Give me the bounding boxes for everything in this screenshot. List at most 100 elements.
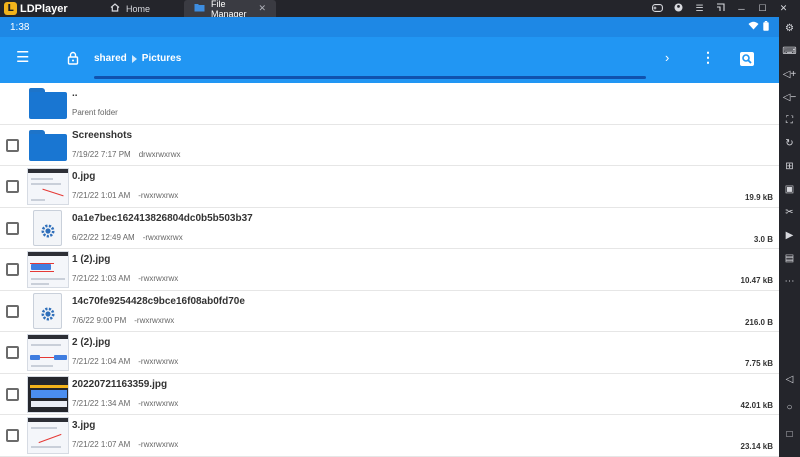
gear-icon [41, 224, 55, 237]
battery-icon [763, 21, 769, 33]
file-name: 3.jpg [72, 420, 96, 431]
more-options-icon[interactable]: ⋮ [701, 50, 715, 64]
fullscreen-icon[interactable]: ⛶ [779, 115, 800, 127]
select-checkbox[interactable] [6, 346, 19, 359]
account-icon[interactable] [668, 3, 689, 14]
file-date: 7/21/22 1:34 AM [72, 398, 131, 408]
expand-icon[interactable] [710, 3, 731, 14]
file-permissions: drwxrwxrwx [138, 149, 181, 159]
file-permissions: -rwxrwxrwx [138, 440, 179, 449]
keyboard-icon[interactable]: ⌨ [779, 46, 800, 58]
breadcrumb-root[interactable]: shared [94, 53, 127, 64]
select-checkbox[interactable] [6, 263, 19, 276]
list-item[interactable]: Screenshots 7/19/22 7:17 PM drwxrwxrwx [0, 125, 779, 166]
tab-close-icon[interactable]: ✕ [258, 3, 266, 14]
status-icons [748, 21, 769, 33]
file-meta: 7/21/22 1:07 AM -rwxrwxrwx [72, 440, 178, 449]
lock-icon[interactable] [66, 51, 80, 65]
select-checkbox[interactable] [6, 387, 19, 401]
maximize-icon[interactable]: ☐ [752, 3, 773, 14]
screenshot-icon[interactable]: ▣ [779, 184, 800, 196]
select-checkbox[interactable] [6, 138, 19, 152]
ldplayer-brand: LDPlayer [20, 2, 68, 15]
ldplayer-logo: L LDPlayer [0, 0, 96, 17]
chevron-right-icon[interactable]: › [665, 51, 669, 65]
select-checkbox[interactable] [6, 304, 19, 318]
back-icon[interactable]: ◁ [779, 374, 800, 386]
file-permissions: -rwxrwxrwx [142, 232, 183, 242]
list-item[interactable]: 14c70fe9254428c9bce16f08ab0fd70e 7/6/22 … [0, 291, 779, 332]
list-item[interactable]: 2 (2).jpg 7/21/22 1:04 AM -rwxrwxrwx 7.75… [0, 332, 779, 374]
breadcrumb-current[interactable]: Pictures [142, 53, 181, 64]
folder-icon [29, 129, 67, 161]
file-date: 7/21/22 1:04 AM [72, 357, 131, 366]
file-date: 7/21/22 1:07 AM [72, 440, 131, 449]
file-size: 3.0 B [753, 234, 773, 244]
select-checkbox[interactable] [6, 180, 19, 193]
home-button-icon[interactable]: ○ [779, 402, 800, 414]
tab-file-manager[interactable]: File Manager ✕ [184, 0, 276, 19]
file-meta: 7/21/22 1:04 AM -rwxrwxrwx [72, 357, 178, 366]
minimize-icon[interactable]: ─ [731, 4, 752, 14]
list-item[interactable]: 20220721163359.jpg 7/21/22 1:34 AM -rwxrw… [0, 374, 779, 415]
file-meta: 6/22/22 12:49 AM -rwxrwxrwx [72, 233, 183, 242]
file-permissions: -rwxrwxrwx [138, 398, 179, 408]
app-bar: ☰ shared Pictures › ⋮ [0, 37, 779, 83]
select-checkbox[interactable] [6, 429, 19, 442]
ldplayer-window: L LDPlayer Home File Manager ✕ ☰ ─ ☐ ✕ 1… [0, 0, 800, 457]
window-controls: ☰ ─ ☐ ✕ [647, 3, 800, 14]
file-size: 23.14 kB [740, 442, 773, 451]
image-thumbnail [27, 251, 69, 288]
file-name: 2 (2).jpg [72, 337, 111, 348]
file-meta: 7/21/22 1:03 AM -rwxrwxrwx [72, 274, 178, 283]
operation-icon[interactable]: ▤ [779, 253, 800, 265]
file-meta: 7/21/22 1:34 AM -rwxrwxrwx [72, 399, 178, 408]
file-name: 14c70fe9254428c9bce16f08ab0fd70e [72, 295, 245, 307]
recents-icon[interactable]: □ [779, 429, 800, 441]
home-icon [110, 3, 120, 14]
wifi-icon [748, 21, 759, 33]
status-time: 1:38 [10, 21, 30, 33]
emulator-title-bar: L LDPlayer Home File Manager ✕ ☰ ─ ☐ ✕ [0, 0, 800, 19]
scissors-icon[interactable]: ✂ [779, 207, 800, 219]
file-size: 7.75 kB [744, 359, 773, 368]
search-button[interactable] [740, 52, 754, 66]
file-name: 0a1e7bec162413826804dc0b5b503b37 [72, 212, 253, 224]
generic-file-icon [33, 209, 62, 246]
file-date: Parent folder [72, 108, 118, 117]
path-scroll-indicator [94, 76, 646, 79]
file-size: 19.9 kB [744, 193, 773, 202]
volume-up-icon[interactable]: ◁+ [779, 69, 800, 81]
list-item[interactable]: 3.jpg 7/21/22 1:07 AM -rwxrwxrwx 23.14 kB [0, 415, 779, 457]
settings-icon[interactable]: ⚙ [779, 23, 800, 35]
file-size: 216.0 B [744, 317, 773, 327]
generic-file-icon [33, 292, 62, 329]
sync-icon[interactable]: ↻ [779, 138, 800, 150]
search-icon [742, 54, 752, 64]
close-icon[interactable]: ✕ [773, 3, 794, 14]
menu-icon[interactable]: ☰ [689, 3, 710, 14]
image-thumbnail [27, 417, 69, 454]
record-icon[interactable]: ▶ [779, 230, 800, 242]
file-date: 7/21/22 1:01 AM [72, 191, 131, 200]
more-icon[interactable]: ⋯ [779, 276, 800, 288]
file-name: 1 (2).jpg [72, 254, 111, 265]
add-app-icon[interactable]: ⊞ [779, 161, 800, 173]
file-permissions: -rwxrwxrwx [134, 315, 175, 325]
list-item[interactable]: 1 (2).jpg 7/21/22 1:03 AM -rwxrwxrwx 10.4… [0, 249, 779, 291]
file-name: Screenshots [72, 129, 133, 141]
select-checkbox[interactable] [6, 221, 19, 235]
file-date: 7/6/22 9:00 PM [72, 315, 127, 325]
hamburger-menu-icon[interactable]: ☰ [16, 50, 29, 65]
android-screen: 1:38 ☰ shared Pictures › ⋮ .. Parent fol… [0, 17, 779, 457]
list-item[interactable]: 0.jpg 7/21/22 1:01 AM -rwxrwxrwx 19.9 kB [0, 166, 779, 208]
list-item[interactable]: 0a1e7bec162413826804dc0b5b503b37 6/22/22… [0, 208, 779, 249]
image-thumbnail [27, 334, 69, 371]
file-permissions: -rwxrwxrwx [138, 274, 179, 283]
folder-icon [194, 3, 205, 14]
gamepad-icon[interactable] [647, 3, 668, 14]
file-meta: 7/21/22 1:01 AM -rwxrwxrwx [72, 191, 178, 200]
list-item-parent-folder[interactable]: .. Parent folder [0, 83, 779, 125]
volume-down-icon[interactable]: ◁− [779, 92, 800, 104]
tab-home[interactable]: Home [96, 0, 184, 17]
